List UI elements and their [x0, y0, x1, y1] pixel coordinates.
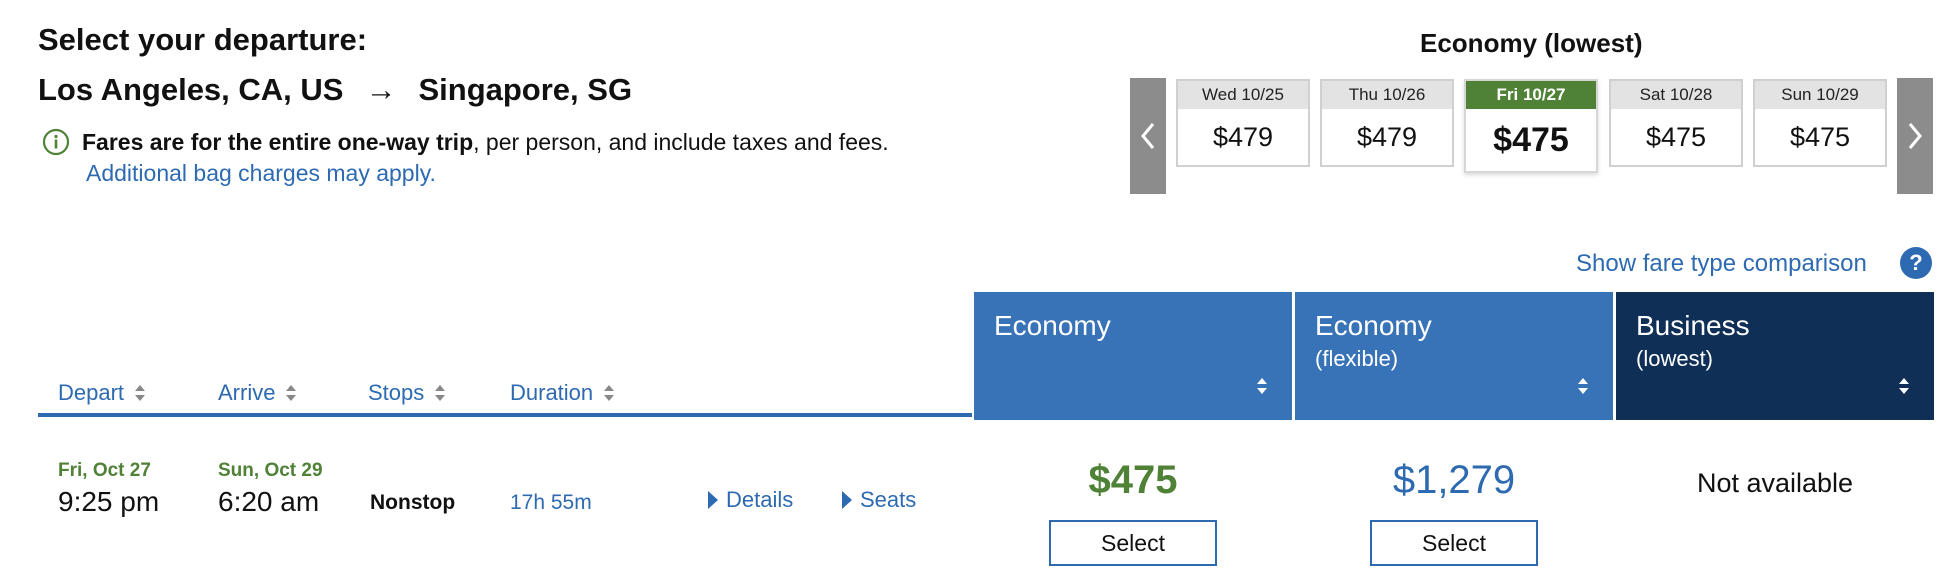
fare-column-economy-flexible[interactable]: Economy (flexible) [1295, 292, 1613, 420]
fare-column-subtitle: (flexible) [1315, 346, 1399, 371]
date-card-price: $479 [1212, 121, 1274, 152]
fare-column-business[interactable]: Business (lowest) [1616, 292, 1934, 420]
seats-label: Seats [860, 487, 917, 512]
sort-stops-label: Stops [368, 380, 425, 405]
sort-arrive[interactable]: Arrive [218, 380, 297, 406]
sort-icon [1578, 378, 1588, 394]
date-card-sun[interactable]: Sun 10/29 $475 [1753, 79, 1887, 167]
sort-header-underline [38, 413, 972, 417]
origin: Los Angeles, CA, US [38, 72, 344, 107]
flexible-price: $1,279 [1392, 458, 1516, 502]
arrive-time: 6:20 am [218, 486, 320, 517]
sort-icon [135, 385, 146, 401]
depart-time: 9:25 pm [58, 486, 160, 517]
sort-depart-label: Depart [58, 380, 125, 405]
depart-date: Fri, Oct 27 [58, 460, 151, 481]
business-not-available: Not available [1696, 468, 1854, 498]
date-card-date: Fri 10/27 [1466, 81, 1596, 109]
select-flexible-button[interactable]: Select [1370, 520, 1538, 566]
date-card-price: $475 [1789, 121, 1851, 152]
select-economy-button[interactable]: Select [1049, 520, 1217, 566]
sort-duration-label: Duration [510, 380, 594, 405]
sort-icon [286, 385, 297, 401]
date-card-fri-selected[interactable]: Fri 10/27 $475 [1464, 79, 1598, 173]
fare-note: Fares are for the entire one-way trip, p… [42, 128, 889, 156]
carousel-label: Economy (lowest) [1420, 28, 1643, 58]
date-card-date: Sun 10/29 [1755, 81, 1885, 109]
date-card-price: $475 [1645, 121, 1707, 152]
fare-column-title: Economy [994, 310, 1111, 341]
date-card-thu[interactable]: Thu 10/26 $479 [1320, 79, 1454, 167]
date-card-wed[interactable]: Wed 10/25 $479 [1176, 79, 1310, 167]
fare-column-title: Economy [1315, 310, 1432, 341]
chevron-left-icon [1141, 123, 1155, 149]
details-label: Details [726, 487, 794, 512]
fare-column-title: Business [1636, 310, 1750, 341]
stops-value: Nonstop [370, 491, 456, 514]
date-card-price: $475 [1493, 120, 1569, 159]
bag-charges-link[interactable]: Additional bag charges may apply. [86, 160, 436, 187]
sort-icon [435, 385, 446, 401]
sort-depart[interactable]: Depart [58, 380, 146, 406]
duration-value: 17h 55m [510, 491, 592, 514]
destination: Singapore, SG [418, 72, 633, 107]
fare-comparison-link[interactable]: Show fare type comparison [1576, 250, 1867, 278]
page-title: Select your departure: [38, 22, 368, 57]
sort-arrive-label: Arrive [218, 380, 276, 405]
date-card-date: Wed 10/25 [1178, 81, 1308, 109]
arrive-date: Sun, Oct 29 [218, 460, 323, 481]
fare-note-bold: Fares are for the entire one-way trip [82, 128, 474, 155]
carousel-next-button[interactable] [1897, 78, 1933, 194]
info-icon [42, 128, 70, 156]
caret-right-icon [708, 491, 718, 509]
caret-right-icon [842, 491, 852, 509]
sort-duration[interactable]: Duration [510, 380, 615, 406]
help-icon[interactable]: ? [1900, 247, 1932, 279]
date-card-date: Sat 10/28 [1611, 81, 1741, 109]
date-card-price: $479 [1356, 121, 1418, 152]
details-link[interactable]: Details [708, 487, 793, 513]
sort-icon [604, 385, 615, 401]
fare-note-rest: , per person, and include taxes and fees… [473, 128, 889, 155]
route-arrow: → [365, 72, 397, 107]
fare-column-economy[interactable]: Economy [974, 292, 1292, 420]
fare-column-subtitle: (lowest) [1636, 346, 1714, 371]
carousel-prev-button[interactable] [1130, 78, 1166, 194]
seats-link[interactable]: Seats [842, 487, 916, 513]
sort-icon [1899, 378, 1909, 394]
route: Los Angeles, CA, US → Singapore, SG [38, 72, 632, 108]
date-card-date: Thu 10/26 [1322, 81, 1452, 109]
sort-stops[interactable]: Stops [368, 380, 446, 406]
sort-icon [1257, 378, 1267, 394]
economy-price: $475 [1088, 458, 1178, 502]
date-card-sat[interactable]: Sat 10/28 $475 [1609, 79, 1743, 167]
chevron-right-icon [1908, 123, 1922, 149]
